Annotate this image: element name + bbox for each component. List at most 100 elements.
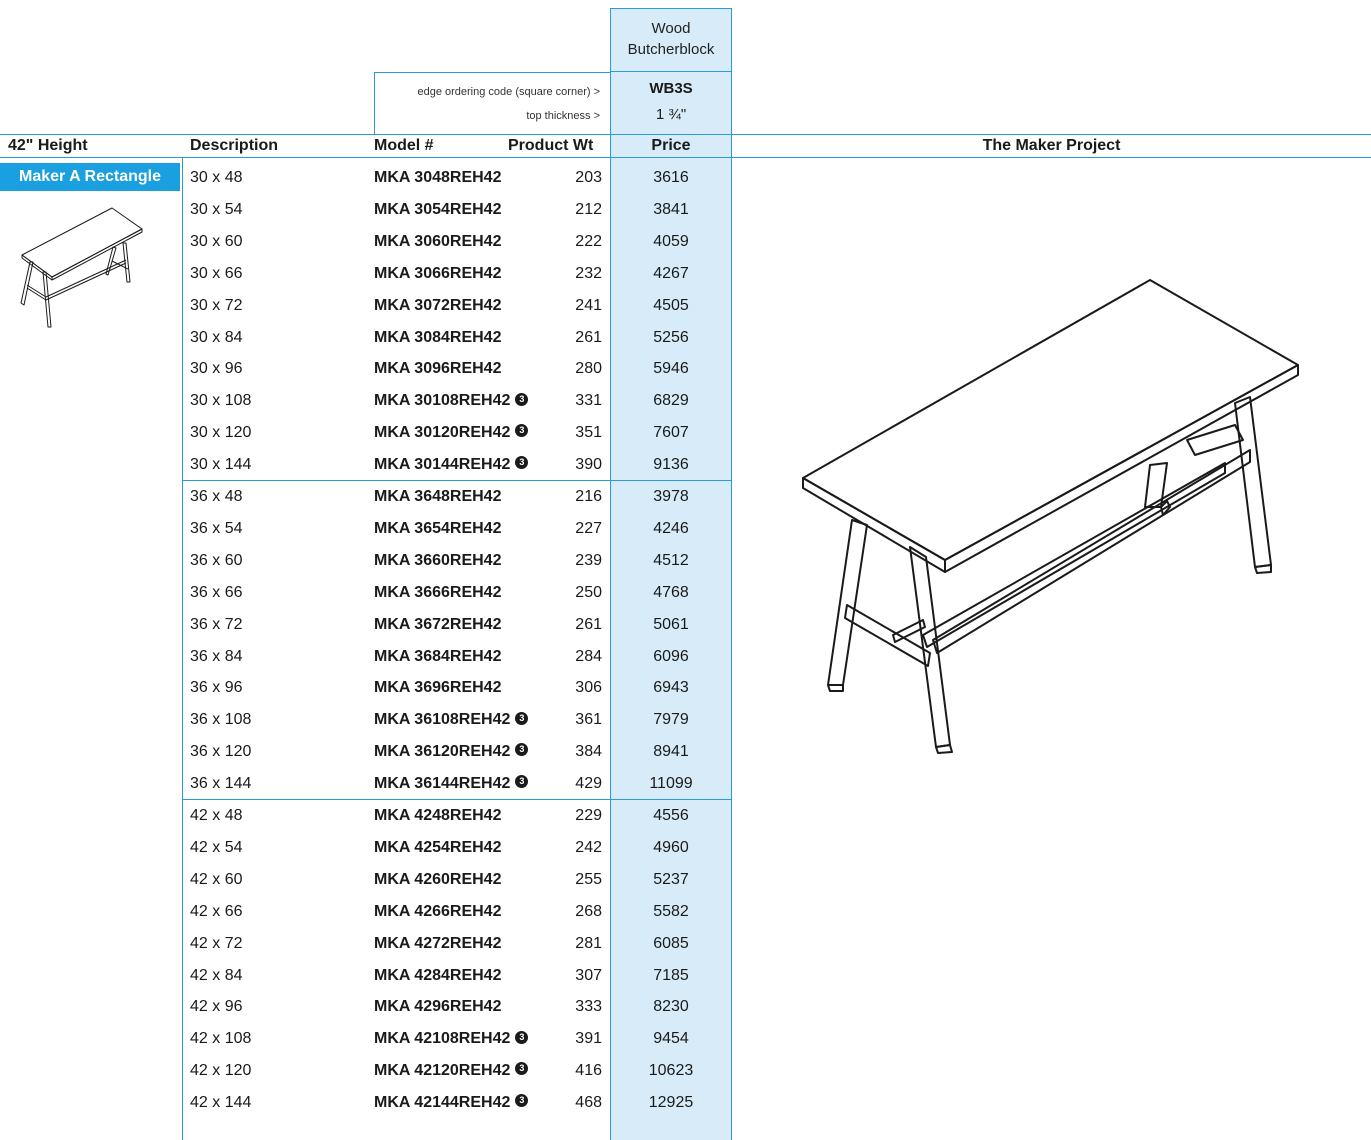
row-weight: 333 xyxy=(575,998,602,1016)
table-row: 30 x 66 MKA 3066REH42 232 4267 xyxy=(0,258,732,290)
row-description: 30 x 48 xyxy=(190,169,243,186)
model-text: MKA 36108REH42 xyxy=(374,711,511,729)
row-model-number: MKA 3084REH42 xyxy=(374,322,501,354)
row-weight: 255 xyxy=(575,870,602,888)
finish-divider xyxy=(610,71,732,72)
row-model-number: MKA 4248REH42 xyxy=(374,800,501,832)
row-model-number: MKA 3654REH42 xyxy=(374,513,501,545)
row-weight: 416 xyxy=(575,1062,602,1080)
row-weight: 331 xyxy=(575,392,602,410)
row-price: 4960 xyxy=(653,838,689,856)
row-description: 42 x 54 xyxy=(190,838,243,856)
row-weight: 280 xyxy=(575,360,602,378)
row-model-number: MKA 4254REH42 xyxy=(374,832,501,864)
table-illustration xyxy=(802,279,1299,754)
table-row: 42 x 72 MKA 4272REH42 281 6085 xyxy=(0,928,732,960)
row-model-number: MKA 4296REH42 xyxy=(374,991,501,1023)
row-description: 42 x 108 xyxy=(190,1030,252,1048)
model-text: MKA 30120REH42 xyxy=(374,424,511,442)
table-row: 42 x 96 MKA 4296REH42 333 8230 xyxy=(0,991,732,1023)
row-description: 42 x 66 xyxy=(190,902,243,920)
row-price: 7607 xyxy=(653,424,689,442)
model-text: MKA 30144REH42 xyxy=(374,456,511,474)
row-description: 36 x 108 xyxy=(190,711,252,729)
row-weight: 307 xyxy=(575,966,602,984)
model-text: MKA 4260REH42 xyxy=(374,870,502,888)
row-model-number: MKA 4266REH42 xyxy=(374,896,501,928)
row-weight: 351 xyxy=(575,424,602,442)
table-row: 42 x 84 MKA 4284REH42 307 7185 xyxy=(0,960,732,992)
row-model-number: MKA 36108REH42 3 xyxy=(374,704,529,736)
table-row: 30 x 96 MKA 3096REH42 280 5946 xyxy=(0,353,732,385)
row-price: 11099 xyxy=(649,775,693,793)
model-text: MKA 3666REH42 xyxy=(374,583,502,601)
table-row: 36 x 54 MKA 3654REH42 227 4246 xyxy=(0,513,732,545)
model-text: MKA 3654REH42 xyxy=(374,519,502,537)
model-text: MKA 3048REH42 xyxy=(374,169,502,186)
row-description: 30 x 108 xyxy=(190,392,252,410)
edge-code: WB3S xyxy=(649,80,693,97)
footnote-3-icon: 3 xyxy=(515,424,529,438)
row-weight: 261 xyxy=(575,615,602,633)
row-weight: 261 xyxy=(575,328,602,346)
row-model-number: MKA 4272REH42 xyxy=(374,928,501,960)
table-row: 30 x 84 MKA 3084REH42 261 5256 xyxy=(0,322,732,354)
model-text: MKA 3060REH42 xyxy=(374,232,502,250)
model-text: MKA 3084REH42 xyxy=(374,328,502,346)
table-row: 36 x 120 MKA 36120REH42 3 384 8941 xyxy=(0,736,732,768)
header-bottom-rule xyxy=(0,157,1371,158)
finish-name: Wood Butcherblock xyxy=(610,18,732,60)
table-row: 36 x 48 MKA 3648REH42 216 3978 xyxy=(0,481,732,513)
model-text: MKA 30108REH42 xyxy=(374,392,511,410)
row-price: 7185 xyxy=(653,966,689,984)
row-description: 30 x 60 xyxy=(190,232,243,250)
row-price: 9136 xyxy=(653,456,689,474)
row-price: 4267 xyxy=(653,264,689,282)
row-model-number: MKA 36120REH42 3 xyxy=(374,736,529,768)
row-description: 36 x 54 xyxy=(190,519,243,537)
row-price: 4768 xyxy=(653,583,689,601)
row-description: 30 x 72 xyxy=(190,296,243,314)
weight-heading: Product Wt xyxy=(508,137,594,154)
table-row: 36 x 72 MKA 3672REH42 261 5061 xyxy=(0,609,732,641)
row-weight: 241 xyxy=(575,296,602,314)
row-weight: 284 xyxy=(575,647,602,665)
edge-label-box: edge ordering code (square corner) > top… xyxy=(374,72,610,134)
row-model-number: MKA 3672REH42 xyxy=(374,609,501,641)
model-text: MKA 42108REH42 xyxy=(374,1030,511,1048)
table-row: 30 x 144 MKA 30144REH42 3 390 9136 xyxy=(0,449,732,481)
row-price: 6943 xyxy=(653,679,689,697)
row-price: 6829 xyxy=(653,392,689,410)
row-model-number: MKA 3696REH42 xyxy=(374,672,501,704)
row-price: 3978 xyxy=(653,488,689,505)
row-model-number: MKA 3666REH42 xyxy=(374,577,501,609)
table-row: 36 x 60 MKA 3660REH42 239 4512 xyxy=(0,545,732,577)
row-model-number: MKA 3072REH42 xyxy=(374,290,501,322)
table-row: 42 x 54 MKA 4254REH42 242 4960 xyxy=(0,832,732,864)
row-price: 3841 xyxy=(653,200,689,218)
edge-code-label: edge ordering code (square corner) > xyxy=(417,86,600,98)
model-text: MKA 3684REH42 xyxy=(374,647,502,665)
thickness-label: top thickness > xyxy=(526,110,600,122)
row-description: 42 x 96 xyxy=(190,998,243,1016)
row-weight: 390 xyxy=(575,456,602,474)
row-description: 36 x 72 xyxy=(190,615,243,633)
row-weight: 361 xyxy=(575,711,602,729)
series-heading: The Maker Project xyxy=(982,137,1121,154)
row-price: 5256 xyxy=(653,328,689,346)
row-price: 4246 xyxy=(653,519,689,537)
model-text: MKA 4272REH42 xyxy=(374,934,502,952)
row-price: 8941 xyxy=(653,743,689,761)
table-row: 36 x 96 MKA 3696REH42 306 6943 xyxy=(0,672,732,704)
row-weight: 468 xyxy=(575,1094,602,1112)
model-text: MKA 4296REH42 xyxy=(374,998,502,1016)
row-description: 30 x 120 xyxy=(190,424,252,442)
row-price: 6096 xyxy=(653,647,689,665)
row-price: 9454 xyxy=(653,1030,689,1048)
row-weight: 227 xyxy=(575,519,602,537)
row-price: 10623 xyxy=(648,1062,694,1080)
row-description: 30 x 54 xyxy=(190,200,243,218)
row-price: 4505 xyxy=(653,296,689,314)
model-text: MKA 4266REH42 xyxy=(374,902,502,920)
row-description: 36 x 96 xyxy=(190,679,243,697)
